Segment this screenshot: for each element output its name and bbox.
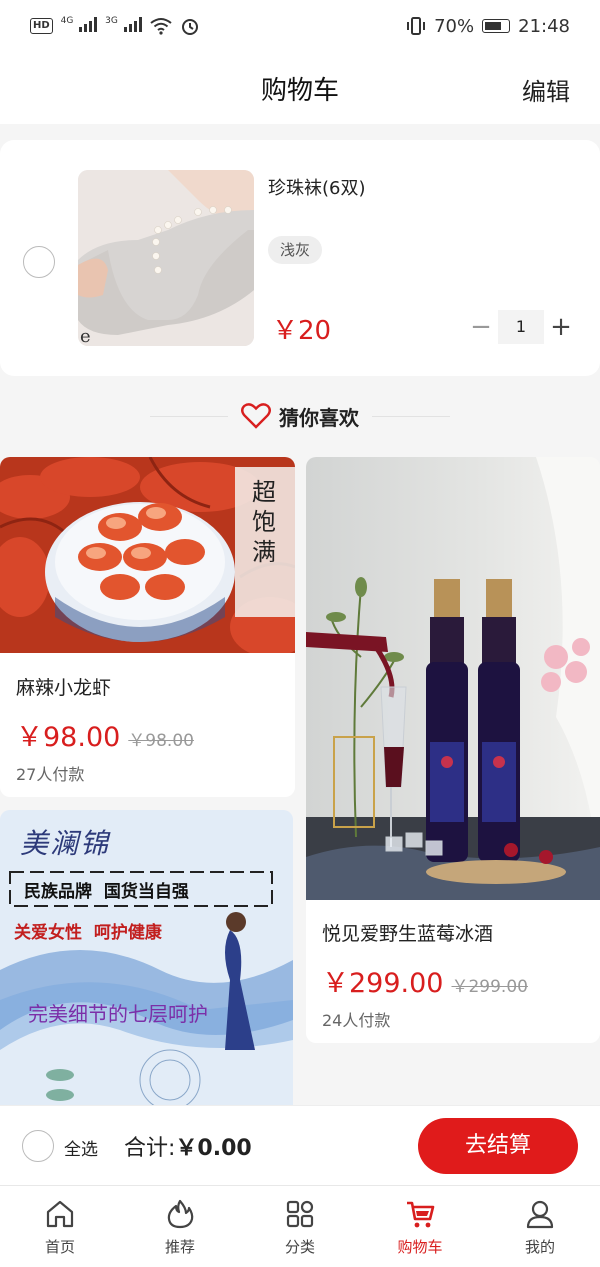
status-right: 70% 21:48 bbox=[406, 16, 570, 37]
ice-wine-image bbox=[306, 457, 600, 900]
edit-button[interactable]: 编辑 bbox=[522, 72, 570, 107]
product-price-original: ￥98.00 bbox=[128, 731, 194, 751]
increase-quantity-button[interactable]: + bbox=[546, 310, 576, 344]
product-thumbnail[interactable]: e bbox=[78, 170, 254, 346]
alarm-icon bbox=[181, 19, 198, 35]
checkout-button[interactable]: 去结算 bbox=[418, 1118, 578, 1174]
product-price-original: ￥299.00 bbox=[451, 977, 528, 997]
banner-slogan-2: 关爱女性 呵护健康 bbox=[14, 923, 162, 943]
product-image: 超饱满 bbox=[0, 457, 295, 653]
recommend-title: 猜你喜欢 bbox=[279, 405, 359, 430]
svg-text:e: e bbox=[80, 326, 91, 346]
divider-right bbox=[372, 416, 450, 417]
product-price-current: ￥98.00 bbox=[16, 722, 121, 753]
tab-label: 分类 bbox=[284, 1238, 315, 1256]
product-sales-count: 27人付款 bbox=[16, 765, 85, 784]
tab-home[interactable]: 首页 bbox=[0, 1186, 120, 1267]
tab-recommend[interactable]: 推荐 bbox=[120, 1186, 240, 1267]
status-bar: HD 4G 3G 70% 21:48 bbox=[0, 0, 600, 52]
page-title: 购物车 bbox=[260, 75, 339, 106]
product-price: ￥299.00 ￥299.00 bbox=[322, 961, 528, 1000]
banner-slogan-3: 完美细节的七层呵护 bbox=[28, 1002, 208, 1026]
product-price: ￥98.00 ￥98.00 bbox=[16, 715, 194, 754]
user-icon bbox=[526, 1200, 554, 1229]
cart-item-card: e 珍珠袜(6双) 浅灰 ￥20 − 1 + bbox=[0, 140, 600, 376]
page-header: 购物车 编辑 bbox=[0, 52, 600, 124]
brand-logo-text: 美澜锦 bbox=[20, 827, 111, 860]
signal-3g-icon: 3G bbox=[105, 16, 142, 37]
tab-profile[interactable]: 我的 bbox=[480, 1186, 600, 1267]
bottom-tab-bar: 首页 推荐 分类 购物车 我的 bbox=[0, 1185, 600, 1267]
select-all-checkbox[interactable] bbox=[22, 1130, 54, 1162]
vibrate-icon bbox=[407, 17, 426, 35]
product-card[interactable]: 超饱满 麻辣小龙虾 ￥98.00 ￥98.00 27人付款 bbox=[0, 457, 295, 797]
battery-percent: 70% bbox=[434, 15, 475, 37]
cart-item-checkbox[interactable] bbox=[23, 246, 55, 278]
flame-icon bbox=[167, 1199, 194, 1229]
cart-item-name[interactable]: 珍珠袜(6双) bbox=[268, 174, 366, 200]
product-sales-count: 24人付款 bbox=[322, 1011, 391, 1030]
cart-icon bbox=[407, 1201, 435, 1228]
checkout-bar: 全选 合计:￥0.00 去结算 bbox=[0, 1105, 600, 1185]
clock: 21:48 bbox=[518, 15, 570, 37]
cart-item-spec-badge: 浅灰 bbox=[268, 236, 323, 264]
total-amount: 合计:￥0.00 bbox=[124, 1130, 252, 1162]
sock-image: e bbox=[78, 170, 254, 346]
decrease-quantity-button[interactable]: − bbox=[466, 310, 496, 344]
divider-left bbox=[150, 416, 228, 417]
total-value: ￥0.00 bbox=[175, 1136, 252, 1161]
wifi-icon bbox=[149, 18, 172, 35]
hd-badge: HD bbox=[30, 18, 53, 34]
status-left: HD 4G 3G bbox=[30, 16, 200, 37]
tab-label: 首页 bbox=[44, 1238, 75, 1256]
tab-label: 我的 bbox=[524, 1238, 555, 1256]
tab-cart[interactable]: 购物车 bbox=[360, 1186, 480, 1267]
tab-label: 推荐 bbox=[164, 1238, 195, 1256]
product-image: 美澜锦 民族品牌 国货当自强 关爱女性 呵护健康 完美细节的七层呵护 bbox=[0, 810, 293, 1105]
tab-label: 购物车 bbox=[397, 1238, 443, 1256]
tab-category[interactable]: 分类 bbox=[240, 1186, 360, 1267]
select-all-label[interactable]: 全选 bbox=[64, 1135, 98, 1160]
heart-icon bbox=[241, 403, 271, 429]
battery-icon bbox=[482, 19, 511, 33]
signal-4g-icon: 4G bbox=[61, 16, 98, 37]
banner-slogan-1: 民族品牌 国货当自强 bbox=[24, 882, 189, 902]
product-name: 麻辣小龙虾 bbox=[16, 677, 112, 699]
product-image bbox=[306, 457, 600, 900]
total-label: 合计: bbox=[124, 1136, 176, 1161]
home-icon bbox=[46, 1200, 74, 1228]
recommend-section-header: 猜你喜欢 bbox=[150, 398, 450, 434]
product-name: 悦见爱野生蓝莓冰酒 bbox=[322, 923, 494, 945]
cart-item-price: ￥20 bbox=[272, 316, 332, 346]
product-image-caption: 超饱满 bbox=[252, 478, 276, 566]
product-price-current: ￥299.00 bbox=[322, 968, 444, 999]
product-card[interactable]: 悦见爱野生蓝莓冰酒 ￥299.00 ￥299.00 24人付款 bbox=[306, 457, 600, 1043]
quantity-stepper: − 1 + bbox=[466, 310, 576, 344]
product-card[interactable]: 美澜锦 民族品牌 国货当自强 关爱女性 呵护健康 完美细节的七层呵护 bbox=[0, 810, 293, 1105]
grid-icon bbox=[286, 1200, 314, 1228]
quantity-value[interactable]: 1 bbox=[498, 310, 544, 344]
